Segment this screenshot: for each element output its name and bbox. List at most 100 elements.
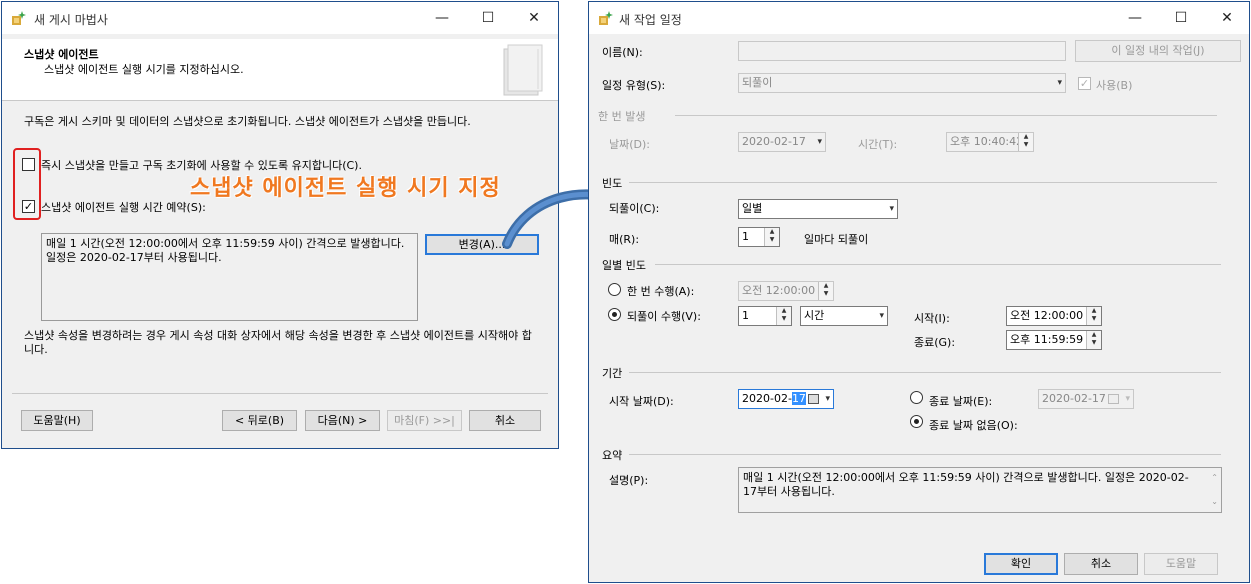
checkbox-highlight-box [13,148,41,220]
schedule-titlebar: 새 작업 일정 — ☐ ✕ [589,2,1249,34]
duration-section-line [629,372,1221,373]
recurs-every-suffix: 일마다 되풀이 [804,233,869,246]
occurs-every-radio[interactable] [608,308,621,321]
no-end-date-radio[interactable] [910,415,923,428]
calendar-icon[interactable] [1108,394,1119,404]
maximize-icon[interactable]: ☐ [466,6,510,30]
daily-frequency-section-line [655,264,1221,265]
occurs-once-radio[interactable] [608,283,621,296]
chevron-down-icon: ▾ [817,137,822,147]
start-date-picker[interactable]: 2020-02-17 ▾ [738,389,834,409]
footer-separator [12,393,548,394]
ok-button[interactable]: 확인 [984,553,1058,575]
enabled-label: 사용(B) [1096,79,1133,92]
daily-frequency-section-title: 일별 빈도 [602,259,646,272]
scroll-up-icon[interactable]: ⌃ [1211,471,1218,485]
spinner-icon[interactable]: ▲ ▼ [1086,307,1101,325]
spinner-icon[interactable]: ▲ ▼ [764,228,779,246]
one-time-time-label: 시간(T): [858,138,898,151]
occurs-every-unit-value: 시간 [804,309,825,322]
description-value: 매일 1 시간(오전 12:00:00에서 오후 11:59:59 사이) 간격… [743,471,1189,498]
window-title: 새 게시 마법사 [34,13,108,27]
name-label: 이름(N): [602,46,643,59]
occurs-value: 일별 [742,202,763,215]
minimize-icon[interactable]: — [1113,6,1157,30]
description-textbox[interactable]: 매일 1 시간(오전 12:00:00에서 오후 11:59:59 사이) 간격… [738,467,1222,513]
one-time-section-line [675,115,1217,116]
minimize-icon[interactable]: — [420,6,464,30]
name-input[interactable] [738,41,1066,61]
no-end-date-label: 종료 날짜 없음(O): [929,419,1018,432]
wizard-header: 스냅샷 에이전트 스냅샷 에이전트 실행 시기를 지정하십시오. [2,39,558,101]
cancel-button[interactable]: 취소 [469,410,541,431]
spinner-icon[interactable]: ▲ ▼ [818,282,833,300]
close-icon[interactable]: ✕ [1205,6,1249,30]
wizard-description: 구독은 게시 스키마 및 데이터의 스냅샷으로 초기화됩니다. 스냅샷 에이전트… [24,115,471,128]
occurs-every-unit-select[interactable]: 시간 ▾ [800,306,888,326]
one-time-date-value: 2020-02-17 [742,135,806,148]
spinner-icon[interactable]: ▲ ▼ [1086,331,1101,349]
end-time-label: 종료(G): [914,336,956,349]
recurs-every-input[interactable]: 1 ▲ ▼ [738,227,780,247]
app-icon [597,10,613,29]
wizard-book-icon [494,43,550,102]
one-time-section-title: 한 번 발생 [598,110,646,123]
jobs-in-schedule-button[interactable]: 이 일정 내의 작업(J) [1075,40,1241,62]
header-subtitle: 스냅샷 에이전트 실행 시기를 지정하십시오. [44,63,244,76]
annotation-label: 스냅샷 에이전트 실행 시기 지정 [190,176,501,201]
occurs-label: 되풀이(C): [609,202,660,215]
maximize-icon[interactable]: ☐ [1159,6,1203,30]
occurs-select[interactable]: 일별 ▾ [738,199,898,219]
one-time-time-input[interactable]: 오후 10:40:42 ▲ ▼ [946,132,1034,152]
calendar-icon[interactable] [808,394,819,404]
frequency-section-title: 빈도 [602,177,623,190]
summary-section-line [629,454,1221,455]
end-date-picker[interactable]: 2020-02-17 ▾ [1038,389,1134,409]
occurs-once-label: 한 번 수행(A): [627,285,695,298]
duration-section-title: 기간 [602,367,623,380]
chevron-down-icon: ▾ [879,311,884,321]
footer-note: 스냅샷 속성을 변경하려는 경우 게시 속성 대화 상자에서 해당 속성을 변경… [24,329,532,356]
recurs-every-label: 매(R): [609,233,640,246]
start-date-label: 시작 날짜(D): [609,395,674,408]
enabled-checkbox[interactable]: ✓ [1078,77,1091,90]
schedule-type-value: 되풀이 [742,76,773,89]
schedule-type-select[interactable]: 되풀이 ▾ [738,73,1066,93]
schedule-summary-box: 매일 1 시간(오전 12:00:00에서 오후 11:59:59 사이) 간격… [41,233,418,321]
header-title: 스냅샷 에이전트 [24,48,99,61]
window-title: 새 작업 일정 [619,13,682,27]
chevron-down-icon: ▾ [1057,78,1062,88]
scroll-down-icon[interactable]: ⌄ [1211,495,1218,509]
occurs-once-time-value: 오전 12:00:00 [742,284,816,297]
frequency-section-line [629,182,1217,183]
start-date-selected: 17 [791,392,806,405]
finish-button[interactable]: 마침(F) >>| [387,410,462,431]
end-time-value: 오후 11:59:59 [1010,333,1084,346]
occurs-every-value: 1 [742,309,749,322]
start-time-input[interactable]: 오전 12:00:00 ▲ ▼ [1006,306,1102,326]
occurs-every-input[interactable]: 1 ▲ ▼ [738,306,792,326]
help-button[interactable]: 도움말(H) [21,410,93,431]
next-button[interactable]: 다음(N) > [305,410,380,431]
occurs-once-time-input[interactable]: 오전 12:00:00 ▲ ▼ [738,281,834,301]
end-time-input[interactable]: 오후 11:59:59 ▲ ▼ [1006,330,1102,350]
spinner-icon[interactable]: ▲ ▼ [776,307,791,325]
schedule-type-label: 일정 유형(S): [602,79,666,92]
back-button[interactable]: < 뒤로(B) [222,410,297,431]
cancel-button[interactable]: 취소 [1064,553,1138,575]
one-time-date-label: 날짜(D): [609,138,650,151]
end-date-radio[interactable] [910,391,923,404]
end-date-value: 2020-02-17 [1042,392,1106,405]
summary-section-title: 요약 [602,449,623,462]
description-label: 설명(P): [609,474,649,487]
new-job-schedule-window: 새 작업 일정 — ☐ ✕ 이름(N): 이 일정 내의 작업(J) 일정 유형… [588,1,1250,583]
chevron-down-icon: ▾ [889,204,894,214]
one-time-date-picker[interactable]: 2020-02-17 ▾ [738,132,826,152]
chevron-down-icon: ▾ [1125,394,1130,404]
wizard-titlebar: 새 게시 마법사 — ☐ ✕ [2,2,558,34]
spinner-icon[interactable]: ▲ ▼ [1018,133,1033,151]
close-icon[interactable]: ✕ [512,6,556,30]
help-button[interactable]: 도움말 [1144,553,1218,575]
start-time-value: 오전 12:00:00 [1010,309,1084,322]
schedule-snapshot-label: 스냅샷 에이전트 실행 시간 예약(S): [41,201,206,214]
